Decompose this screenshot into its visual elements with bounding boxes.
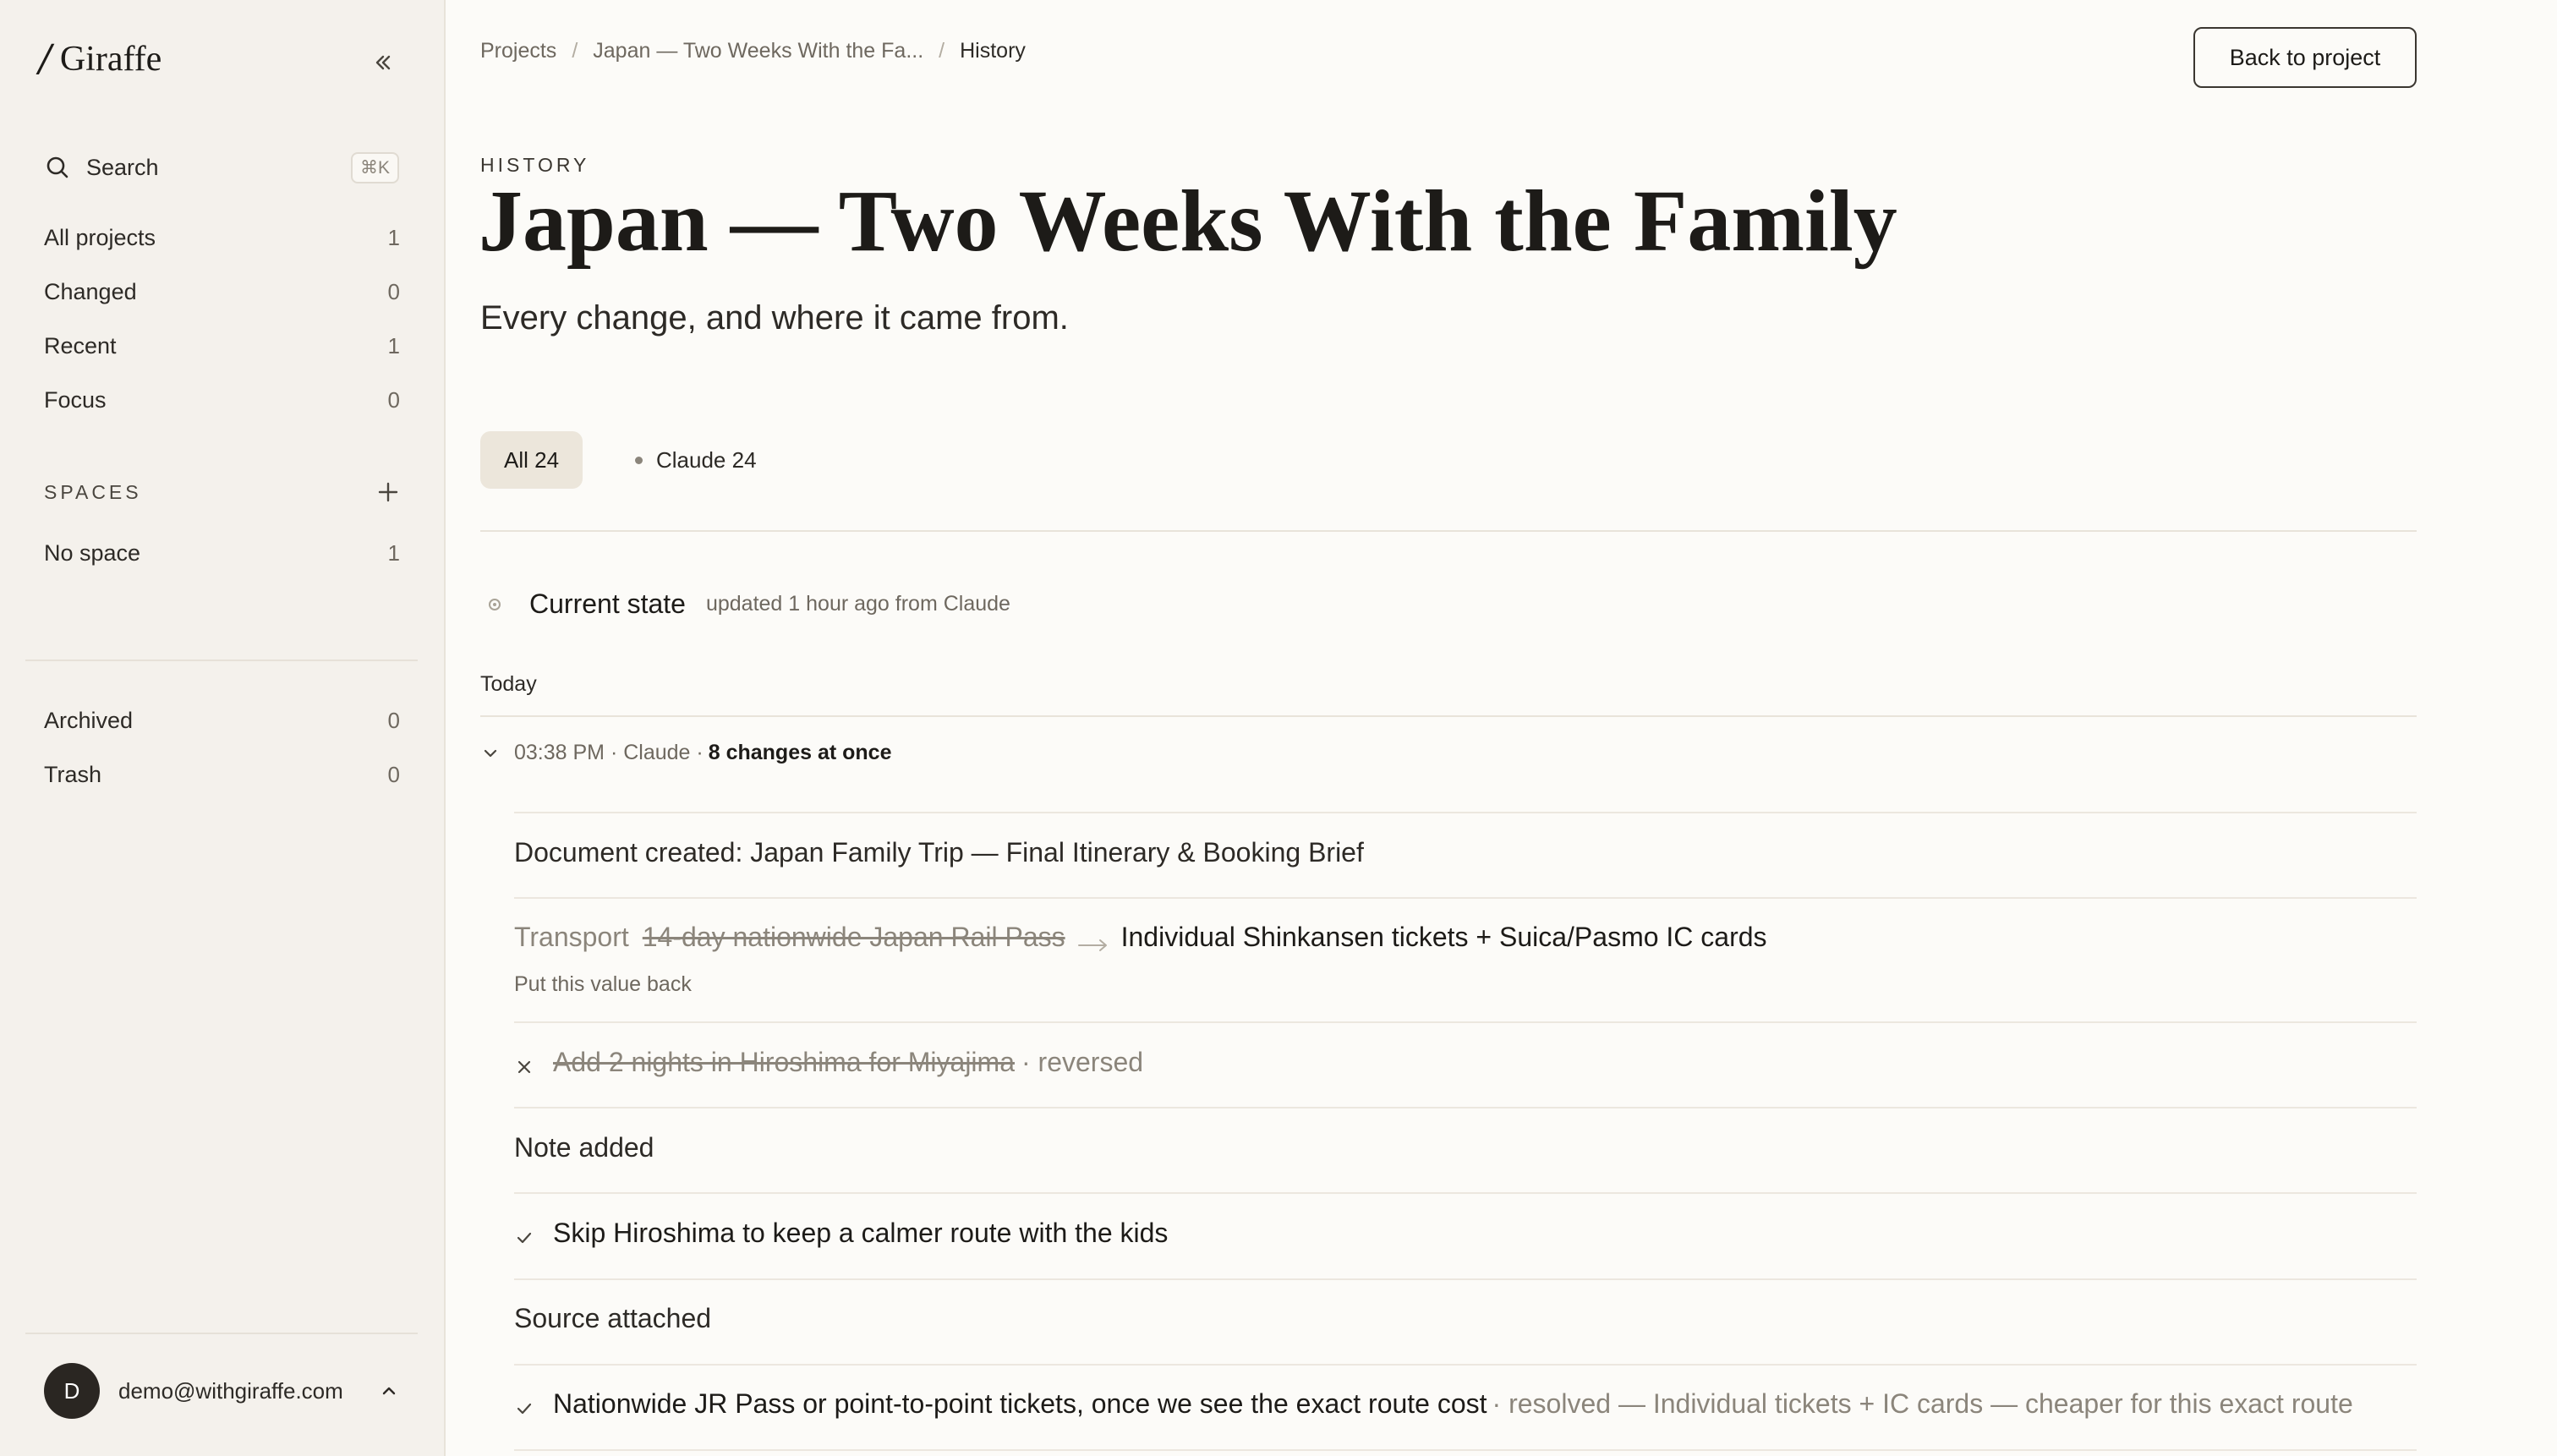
sidebar-item-changed[interactable]: Changed 0 (44, 273, 400, 310)
change-transport: Transport 14-day nationwide Japan Rail P… (514, 922, 2417, 953)
change-doc-created: Document created: Japan Family Trip — Fi… (514, 837, 2417, 868)
sidebar-item-label: No space (44, 539, 141, 566)
change-decision-resolved: Nationwide JR Pass or point-to-point tic… (514, 1388, 2417, 1420)
sidebar-divider (25, 660, 418, 661)
sidebar-item-count: 0 (387, 386, 400, 413)
row-divider (514, 1278, 2417, 1280)
page-subtitle: Every change, and where it came from. (480, 299, 1069, 337)
breadcrumb-current: History (960, 39, 1026, 63)
filter-all-tab[interactable]: All 24 (480, 431, 583, 489)
chevron-down-icon (480, 743, 501, 764)
change-source-attached: Source attached (514, 1303, 2417, 1334)
arrow-right-icon (1077, 929, 1109, 951)
sidebar-item-label: Archived (44, 707, 134, 733)
breadcrumb-separator: / (939, 39, 945, 63)
sidebar-item-label: Changed (44, 278, 137, 304)
change-note-added: Note added (514, 1132, 2417, 1163)
day-divider (480, 715, 2417, 717)
current-state[interactable]: Current state updated 1 hour ago from Cl… (480, 588, 1010, 620)
sidebar-item-no-space[interactable]: No space 1 (44, 534, 400, 572)
change-group-meta: 03:38 PM · Claude · (514, 741, 704, 764)
row-divider (514, 897, 2417, 899)
app-name: Giraffe (59, 40, 162, 79)
decision-resolution: · resolved — Individual tickets + IC car… (1492, 1388, 2353, 1419)
change-old-value: 14-day nationwide Japan Rail Pass (642, 922, 1065, 952)
search-icon (44, 154, 71, 181)
current-state-title: Current state (529, 588, 686, 619)
row-divider (514, 1192, 2417, 1194)
row-divider (514, 1449, 2417, 1451)
change-text: Note added (514, 1132, 654, 1163)
change-field-label: Transport (514, 922, 629, 952)
reversed-status: · reversed (1021, 1047, 1144, 1077)
search-label: Search (86, 154, 159, 180)
change-decision: Skip Hiroshima to keep a calmer route wi… (514, 1218, 2417, 1249)
decision-text: Nationwide JR Pass or point-to-point tic… (553, 1388, 1487, 1419)
sidebar-item-count: 0 (387, 278, 400, 304)
sidebar-item-count: 1 (387, 332, 400, 359)
search-shortcut: ⌘K (350, 151, 399, 183)
filter-claude-label: Claude 24 (656, 446, 757, 473)
decision-text: Skip Hiroshima to keep a calmer route wi… (553, 1218, 1169, 1248)
change-reversed: Add 2 nights in Hiroshima for Miyajima ·… (514, 1047, 2417, 1078)
sidebar-item-recent[interactable]: Recent 1 (44, 327, 400, 364)
close-icon (514, 1053, 534, 1073)
sidebar-item-count: 1 (387, 224, 400, 250)
check-icon (514, 1223, 534, 1244)
search-button[interactable]: Search ⌘K (44, 149, 399, 186)
sidebar-item-count: 0 (387, 707, 400, 733)
breadcrumb: Projects / Japan — Two Weeks With the Fa… (480, 39, 1026, 63)
row-divider (514, 1107, 2417, 1108)
user-menu[interactable]: D demo@withgiraffe.com (44, 1363, 400, 1419)
day-label: Today (480, 672, 537, 696)
sidebar: / Giraffe Search ⌘K All projects 1 Chang… (0, 0, 446, 1456)
change-text: Document created: Japan Family Trip — Fi… (514, 837, 1364, 868)
sidebar-item-label: All projects (44, 224, 156, 250)
breadcrumb-projects[interactable]: Projects (480, 39, 556, 63)
check-icon (514, 1394, 534, 1415)
sidebar-item-all-projects[interactable]: All projects 1 (44, 219, 400, 256)
change-group-summary: 8 changes at once (708, 741, 892, 764)
sidebar-divider (25, 1333, 418, 1334)
giraffe-logo-icon: / (39, 37, 52, 80)
current-state-meta: updated 1 hour ago from Claude (705, 592, 1010, 616)
row-divider (514, 1364, 2417, 1366)
avatar: D (44, 1363, 100, 1419)
sidebar-item-focus[interactable]: Focus 0 (44, 381, 400, 419)
breadcrumb-project[interactable]: Japan — Two Weeks With the Fa... (593, 39, 923, 63)
put-value-back-link[interactable]: Put this value back (514, 972, 692, 997)
add-space-icon[interactable] (376, 480, 400, 504)
row-divider (514, 812, 2417, 813)
back-to-project-button[interactable]: Back to project (2193, 27, 2417, 88)
current-state-icon (489, 598, 501, 610)
change-new-value: Individual Shinkansen tickets + Suica/Pa… (1120, 922, 1767, 952)
sidebar-item-label: Trash (44, 761, 102, 787)
sidebar-item-count: 1 (387, 539, 400, 566)
filter-claude-tab[interactable]: Claude 24 (635, 431, 757, 489)
user-email: demo@withgiraffe.com (118, 1377, 343, 1404)
chevron-up-icon[interactable] (378, 1380, 400, 1402)
sidebar-item-label: Focus (44, 386, 107, 413)
collapse-sidebar-icon[interactable] (369, 49, 396, 76)
spaces-heading: SPACES (44, 480, 400, 504)
sidebar-item-trash[interactable]: Trash 0 (44, 756, 400, 793)
sidebar-item-archived[interactable]: Archived 0 (44, 702, 400, 739)
app-logo[interactable]: / Giraffe (39, 41, 162, 78)
spaces-heading-label: SPACES (44, 480, 142, 503)
breadcrumb-separator: / (572, 39, 578, 63)
sidebar-item-label: Recent (44, 332, 117, 359)
sidebar-item-count: 0 (387, 761, 400, 787)
row-divider (514, 1021, 2417, 1023)
change-text: Source attached (514, 1303, 712, 1333)
page-title: Japan — Two Weeks With the Family (479, 172, 1897, 270)
change-group-toggle[interactable]: 03:38 PM · Claude · 8 changes at once (480, 741, 891, 765)
reversed-item-text: Add 2 nights in Hiroshima for Miyajima (553, 1047, 1015, 1077)
filter-divider (480, 530, 2417, 532)
main-content: Projects / Japan — Two Weeks With the Fa… (447, 0, 2557, 1456)
claude-dot-icon (635, 456, 643, 464)
